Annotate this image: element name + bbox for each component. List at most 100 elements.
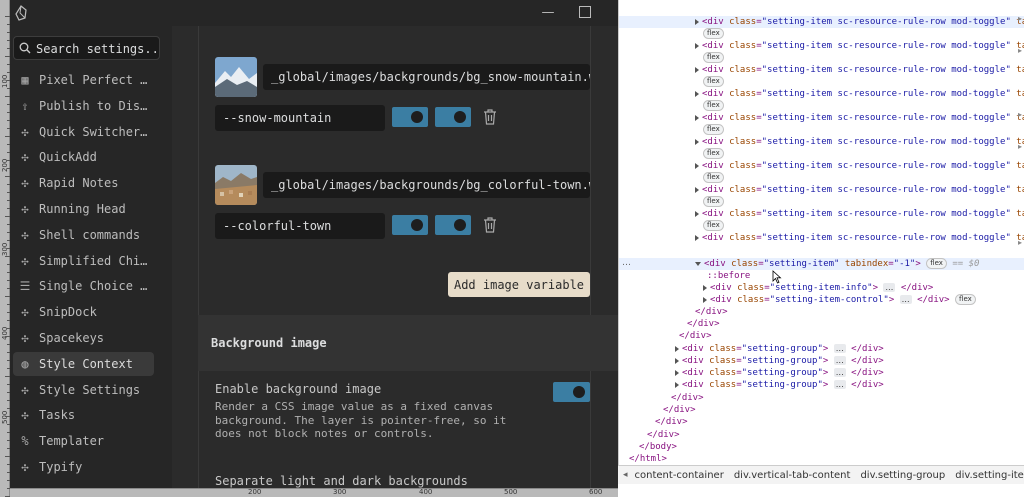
expand-arrow-icon[interactable]	[695, 234, 699, 241]
expand-arrow-icon[interactable]	[695, 186, 699, 193]
collapsed-setting-item[interactable]: <div class="setting-item sc-resource-rul…	[695, 160, 1024, 172]
sidebar-item[interactable]: ✣ Spacekeys	[13, 326, 154, 350]
sidebar-item[interactable]: % Templater	[13, 429, 154, 453]
sidebar-item[interactable]: ⇪ Publish to Dis…	[13, 94, 154, 118]
flex-badge-line[interactable]: flex	[703, 148, 724, 160]
flex-badge[interactable]: flex	[703, 196, 724, 207]
expand-arrow-icon[interactable]	[675, 381, 679, 388]
sidebar-item[interactable]: ✣ QuickAdd	[13, 145, 154, 169]
image-toggle-dark[interactable]	[435, 215, 471, 235]
flex-badge[interactable]: flex	[703, 76, 724, 87]
flex-badge[interactable]: flex	[703, 148, 724, 159]
sidebar-item[interactable]: ▦ Pixel Perfect …	[13, 68, 154, 92]
expand-arrow-icon[interactable]	[695, 162, 699, 169]
collapsed-setting-item[interactable]: <div class="setting-item sc-resource-rul…	[695, 64, 1024, 76]
dom-node-line[interactable]: </div>	[695, 306, 728, 318]
devtools-scrollbar[interactable]: ▸ ▸ ▸ ▸ ▸	[1016, 14, 1024, 464]
setting-group-line[interactable]: <div class="setting-group"> … </div>	[675, 367, 884, 379]
ellipsis-button[interactable]: …	[833, 368, 846, 377]
expand-arrow-icon[interactable]	[695, 138, 699, 145]
collapsed-setting-item[interactable]: <div class="setting-item sc-resource-rul…	[695, 88, 1024, 100]
node-menu-dots[interactable]: …	[622, 258, 631, 268]
pseudo-before[interactable]: ::before	[707, 270, 750, 282]
enable-background-toggle[interactable]	[553, 382, 590, 402]
expand-arrow-icon[interactable]	[695, 42, 699, 49]
image-toggle-light[interactable]	[392, 107, 428, 127]
flex-badge[interactable]: flex	[703, 172, 724, 183]
dom-node-line[interactable]: </div>	[655, 416, 688, 428]
collapsed-setting-item[interactable]: <div class="setting-item sc-resource-rul…	[695, 40, 1024, 52]
maximize-button[interactable]	[579, 6, 591, 18]
collapsed-setting-item[interactable]: <div class="setting-item sc-resource-rul…	[695, 112, 1024, 124]
flex-badge-line[interactable]: flex	[703, 100, 724, 112]
sidebar-item[interactable]: ✣ Rapid Notes	[13, 171, 154, 195]
collapsed-setting-item[interactable]: <div class="setting-item sc-resource-rul…	[695, 184, 1024, 196]
flex-badge-line[interactable]: flex	[703, 196, 724, 208]
expand-arrow-icon[interactable]	[695, 66, 699, 73]
flex-badge-line[interactable]: flex	[703, 124, 724, 136]
flex-badge-line[interactable]: flex	[703, 172, 724, 184]
image-path-field[interactable]	[263, 172, 590, 198]
breadcrumb-item[interactable]: content-container	[635, 470, 724, 481]
collapsed-setting-item[interactable]: <div class="setting-item sc-resource-rul…	[695, 208, 1024, 220]
sidebar-item[interactable]: ◍ Style Context	[13, 351, 154, 376]
expand-arrow-icon[interactable]	[675, 345, 679, 352]
add-image-variable-button[interactable]: Add image variable	[448, 272, 590, 297]
flex-badge[interactable]: flex	[703, 52, 724, 63]
ellipsis-button[interactable]: …	[833, 380, 846, 389]
settings-search-box[interactable]	[13, 36, 160, 60]
image-path-field[interactable]	[263, 64, 590, 90]
dom-node-line[interactable]: </div>	[679, 330, 712, 342]
trash-icon[interactable]	[483, 109, 497, 125]
setting-group-line[interactable]: <div class="setting-group"> … </div>	[675, 355, 884, 367]
setting-group-line[interactable]: <div class="setting-group"> … </div>	[675, 343, 884, 355]
expand-arrow-icon[interactable]	[703, 284, 707, 291]
flex-badge-line[interactable]: flex	[703, 220, 724, 232]
collapse-arrow-icon[interactable]	[695, 261, 701, 266]
ellipsis-button[interactable]: …	[833, 344, 846, 353]
dom-node-line[interactable]: </div>	[647, 429, 680, 441]
setting-group-line[interactable]: <div class="setting-group"> … </div>	[675, 379, 884, 391]
ellipsis-button[interactable]: …	[833, 356, 846, 365]
expand-arrow-icon[interactable]	[695, 90, 699, 97]
variable-name-field[interactable]	[215, 213, 385, 239]
sidebar-item[interactable]: ✣ Shell commands	[13, 223, 154, 247]
ellipsis-button[interactable]: …	[883, 283, 896, 292]
flex-badge[interactable]: flex	[955, 294, 976, 305]
image-toggle-dark[interactable]	[435, 107, 471, 127]
dom-node-line[interactable]: </html>	[629, 453, 667, 465]
flex-badge[interactable]: flex	[703, 124, 724, 135]
collapsed-setting-item[interactable]: <div class="setting-item sc-resource-rul…	[695, 136, 1024, 148]
expand-arrow-icon[interactable]	[695, 114, 699, 121]
flex-badge[interactable]: flex	[703, 100, 724, 111]
sidebar-item[interactable]: ✣ Quick Switcher…	[13, 120, 154, 144]
sidebar-item[interactable]: ☰ Single Choice …	[13, 274, 154, 298]
flex-badge[interactable]: flex	[926, 258, 947, 269]
trash-icon[interactable]	[483, 217, 497, 233]
minimize-button[interactable]: —	[541, 6, 555, 20]
expand-arrow-icon[interactable]	[675, 357, 679, 364]
dom-node-line[interactable]: </div>	[663, 404, 696, 416]
variable-name-field[interactable]	[215, 105, 385, 131]
sidebar-item[interactable]: ✣ Tasks	[13, 403, 154, 427]
sidebar-item[interactable]: ✣ SnipDock	[13, 300, 154, 324]
dom-node-line[interactable]: <div class="setting-item-info"> … </div>	[703, 282, 933, 294]
flex-badge[interactable]: flex	[703, 220, 724, 231]
sidebar-item[interactable]: ✣ Typify	[13, 455, 154, 479]
flex-badge-line[interactable]: flex	[703, 76, 724, 88]
dom-node-line[interactable]: <div class="setting-item-control"> … </d…	[703, 294, 976, 306]
collapsed-setting-item[interactable]: <div class="setting-item sc-resource-rul…	[695, 232, 1024, 244]
breadcrumb-item[interactable]: div.vertical-tab-content	[734, 470, 851, 481]
breadcrumb-back-icon[interactable]: ◂	[623, 470, 628, 480]
image-toggle-light[interactable]	[392, 215, 428, 235]
dom-node-line[interactable]: </body>	[639, 441, 677, 453]
flex-badge-line[interactable]: flex	[703, 52, 724, 64]
expand-arrow-icon[interactable]	[675, 369, 679, 376]
sidebar-item[interactable]: ✣ Simplified Chi…	[13, 249, 154, 273]
breadcrumb-item[interactable]: div.setting-items	[955, 470, 1024, 481]
collapsed-setting-item[interactable]: <div class="setting-item sc-resource-rul…	[619, 16, 1024, 28]
flex-badge[interactable]: flex	[703, 28, 724, 39]
sidebar-item[interactable]: ✣ Running Head	[13, 197, 154, 221]
ellipsis-button[interactable]: …	[899, 295, 912, 304]
flex-badge-line[interactable]: flex	[703, 28, 724, 40]
